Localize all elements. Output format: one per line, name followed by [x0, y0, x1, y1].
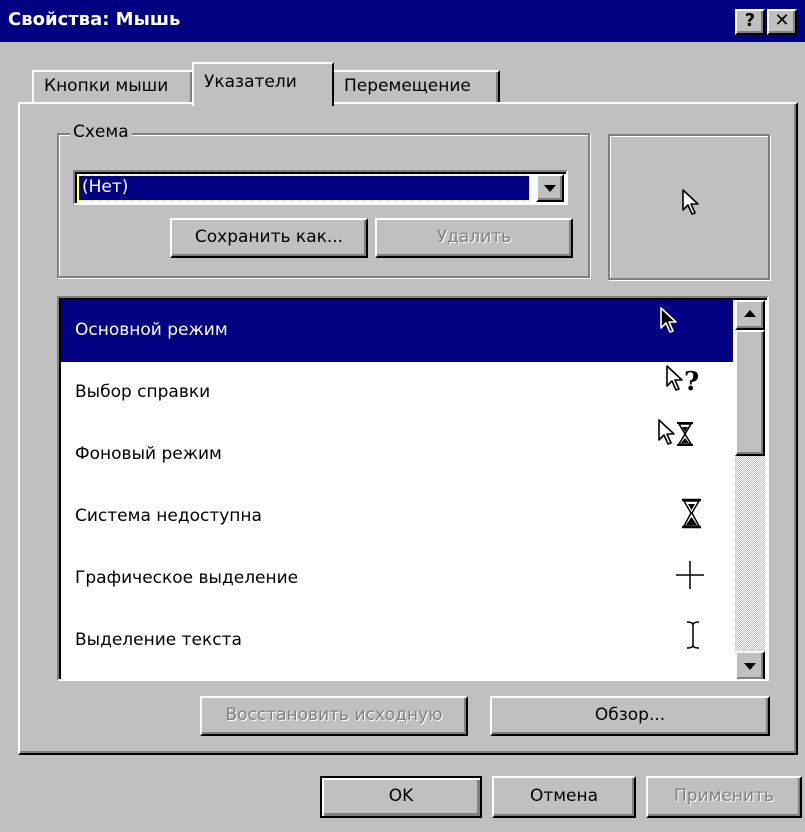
- list-item[interactable]: Выделение текста: [61, 610, 733, 672]
- list-item-label: Выбор справки: [75, 382, 211, 402]
- list-item[interactable]: Выбор справки ?: [61, 362, 733, 424]
- chevron-down-icon: [544, 185, 556, 192]
- save-as-label: Сохранить как...: [194, 227, 344, 247]
- restore-default-label: Восстановить исходную: [225, 705, 443, 725]
- text-select-cursor-icon: [686, 621, 700, 649]
- apply-button[interactable]: Применить: [646, 776, 802, 818]
- list-item-label: Выделение текста: [75, 630, 242, 650]
- working-in-background-cursor-icon: [658, 419, 693, 446]
- tab-motion[interactable]: Перемещение: [332, 70, 500, 104]
- list-item[interactable]: Основной режим: [61, 300, 733, 362]
- arrow-cursor-icon: [660, 307, 677, 333]
- cancel-button[interactable]: Отмена: [492, 776, 636, 818]
- list-item-label: Основной режим: [75, 320, 228, 340]
- crosshair-cursor-icon: [676, 561, 704, 589]
- list-item-label: Фоновый режим: [75, 444, 222, 464]
- scroll-thumb[interactable]: [735, 330, 765, 456]
- scheme-select[interactable]: (Нет): [73, 170, 568, 205]
- list-item-label: Система недоступна: [75, 506, 262, 526]
- help-select-cursor-icon: ?: [666, 365, 699, 396]
- scheme-select-value: (Нет): [78, 175, 530, 201]
- arrow-up-icon: [744, 310, 756, 317]
- list-item[interactable]: Система недоступна: [61, 486, 733, 548]
- delete-button[interactable]: Удалить: [375, 218, 573, 258]
- scheme-group-label: Схема: [70, 122, 132, 142]
- list-item[interactable]: Фоновый режим: [61, 419, 733, 486]
- close-icon: ✕: [774, 10, 790, 31]
- arrow-down-icon: [744, 663, 756, 670]
- tab-pointers[interactable]: Указатели: [192, 62, 334, 106]
- browse-button[interactable]: Обзор...: [490, 696, 770, 736]
- title-bar[interactable]: Свойства: Мышь ? ✕: [0, 0, 805, 42]
- arrow-cursor-icon: [682, 189, 699, 215]
- svg-text:?: ?: [684, 367, 699, 396]
- tab-mouse-buttons[interactable]: Кнопки мыши: [32, 70, 194, 104]
- tab-label: Перемещение: [344, 76, 471, 96]
- delete-label: Удалить: [436, 227, 512, 247]
- vertical-scrollbar[interactable]: [735, 300, 765, 679]
- tab-label: Указатели: [204, 72, 297, 92]
- save-as-button[interactable]: Сохранить как...: [170, 218, 368, 258]
- ok-button[interactable]: OK: [320, 776, 482, 818]
- scroll-up-button[interactable]: [735, 300, 765, 330]
- scroll-down-button[interactable]: [735, 651, 765, 679]
- ok-label: OK: [388, 786, 414, 806]
- list-item-label: Графическое выделение: [75, 568, 299, 588]
- window-title: Свойства: Мышь: [8, 9, 181, 30]
- question-icon: ?: [744, 10, 756, 31]
- close-button[interactable]: ✕: [767, 9, 797, 35]
- help-button[interactable]: ?: [735, 9, 765, 35]
- browse-label: Обзор...: [594, 705, 666, 725]
- cancel-label: Отмена: [529, 786, 599, 806]
- tab-label: Кнопки мыши: [44, 76, 169, 96]
- dropdown-button[interactable]: [536, 174, 564, 202]
- cursor-preview: [608, 134, 770, 280]
- list-item[interactable]: Графическое выделение: [61, 548, 733, 610]
- restore-default-button[interactable]: Восстановить исходную: [200, 696, 468, 736]
- apply-label: Применить: [674, 786, 774, 806]
- cursor-list[interactable]: Основной режим Выбор справки ? Фоновый р…: [57, 296, 769, 681]
- hourglass-cursor-icon: [682, 498, 701, 529]
